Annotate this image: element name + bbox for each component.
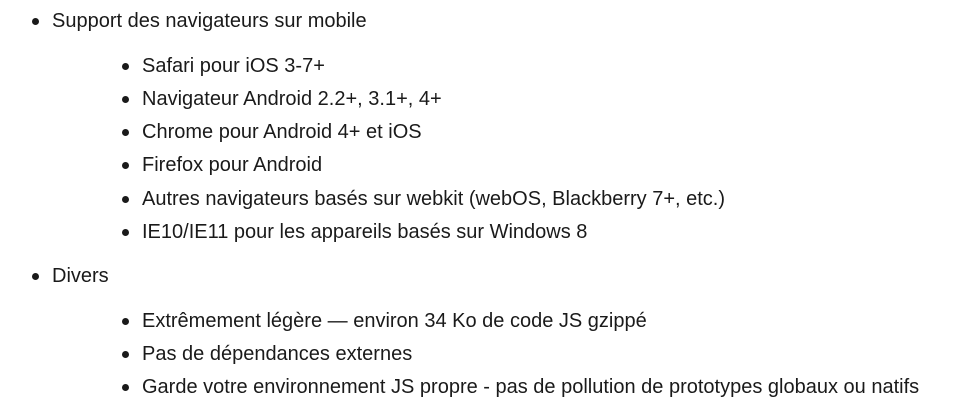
list-item: Safari pour iOS 3-7+ [122, 54, 325, 78]
bullet-icon [122, 196, 129, 203]
list-item-text: IE10/IE11 pour les appareils basés sur W… [142, 221, 588, 243]
section-heading-misc: Divers [32, 264, 109, 288]
list-item: Pas de dépendances externes [122, 342, 413, 366]
list-item-text: Firefox pour Android [142, 154, 323, 176]
section-title: Divers [52, 265, 109, 287]
list-item-text: Pas de dépendances externes [142, 343, 413, 365]
list-item: Autres navigateurs basés sur webkit (web… [122, 187, 726, 211]
bullet-icon [122, 229, 129, 236]
list-item: IE10/IE11 pour les appareils basés sur W… [122, 220, 588, 244]
bullet-icon [122, 384, 129, 391]
list-item: Firefox pour Android [122, 153, 323, 177]
list-item-text: Extrêmement légère — environ 34 Ko de co… [142, 310, 647, 332]
bullet-icon [32, 273, 39, 280]
section-heading-mobile-support: Support des navigateurs sur mobile [32, 9, 367, 33]
list-item-text: Safari pour iOS 3-7+ [142, 55, 325, 77]
bullet-icon [122, 318, 129, 325]
bullet-icon [122, 63, 129, 70]
bullet-icon [122, 351, 129, 358]
list-item-text: Autres navigateurs basés sur webkit (web… [142, 188, 726, 210]
bullet-icon [32, 18, 39, 25]
section-title: Support des navigateurs sur mobile [52, 10, 367, 32]
list-item: Garde votre environnement JS propre - pa… [122, 375, 920, 399]
bullet-icon [122, 162, 129, 169]
list-item: Navigateur Android 2.2+, 3.1+, 4+ [122, 87, 442, 111]
bullet-icon [122, 96, 129, 103]
list-item: Chrome pour Android 4+ et iOS [122, 120, 422, 144]
bullet-icon [122, 129, 129, 136]
list-item-text: Garde votre environnement JS propre - pa… [142, 376, 920, 398]
list-item-text: Chrome pour Android 4+ et iOS [142, 121, 422, 143]
list-item: Extrêmement légère — environ 34 Ko de co… [122, 309, 647, 333]
list-item-text: Navigateur Android 2.2+, 3.1+, 4+ [142, 88, 442, 110]
